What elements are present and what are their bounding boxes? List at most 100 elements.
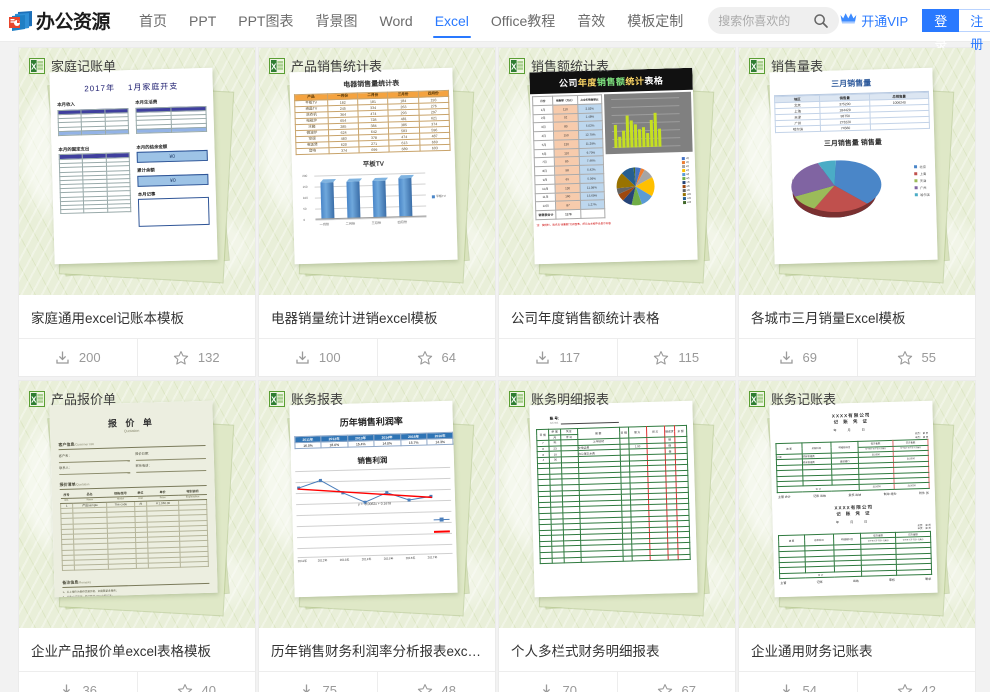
download-count: 54 [802, 683, 817, 692]
doc-section: 客户信息 [58, 441, 75, 448]
doc-xtick: 2014年 [361, 557, 372, 562]
download-stat[interactable]: 54 [739, 672, 857, 692]
favorite-count: 64 [441, 350, 456, 365]
favorite-stat[interactable]: 42 [856, 672, 976, 692]
nav-item-excel[interactable]: Excel [424, 0, 480, 42]
card-title[interactable]: 历年销售财务利润率分析报表excel... [259, 628, 495, 672]
favorite-count: 48 [441, 683, 456, 692]
nav-item-6[interactable]: Office教程 [480, 0, 566, 42]
doc-col: 贷 方 [645, 426, 665, 438]
card-preview[interactable]: X 销售额统计表 公司年度销售额统计表格 月份 销售额（万元） 占全年销售额比 1月… [499, 48, 735, 295]
favorite-stat[interactable]: 67 [616, 672, 736, 692]
doc-xtick: 二月份 [345, 221, 356, 226]
document-thumbnail: XXXX有限公司 记 账 凭 证 年 月 日 总页： 第 页 本页： 第 页 摘… [769, 400, 938, 598]
doc-col: 借或贷 [663, 425, 675, 438]
doc-col: 明细账科目 [833, 533, 861, 545]
search-input[interactable] [718, 13, 814, 28]
doc-bar-chart: 0 50 100 150 200 一月份 二月份 三月份 四月份 平板TV [302, 168, 447, 228]
card-stats: 54 42 [739, 672, 975, 692]
star-icon [657, 683, 673, 692]
logo[interactable]: 办公资源 [8, 7, 111, 34]
download-stat[interactable]: 69 [739, 339, 857, 376]
logo-text: 办公资源 [36, 12, 111, 33]
download-stat[interactable]: 75 [259, 672, 377, 692]
download-stat[interactable]: 117 [499, 339, 617, 376]
doc-ytick: 50 [303, 206, 307, 211]
star-icon [653, 350, 669, 366]
template-card[interactable]: X 销售量表 三月销售量 地区 销售量 总销售量 北京 375200 1006240 上… [739, 48, 975, 376]
svg-text:X: X [751, 62, 757, 71]
doc-cell: 16.0% [294, 441, 322, 449]
template-grid: X 家庭记账单 2017年 1月家庭开支 本月收入 本月生活费 本月的固定支出 … [19, 42, 990, 692]
card-category: X 家庭记账单 [29, 56, 116, 75]
excel-file-icon: X [269, 57, 285, 74]
doc-field: 联系电话： [135, 463, 152, 468]
register-button[interactable]: 注册 [959, 9, 990, 52]
card-title[interactable]: 电器销量统计进销excel模板 [259, 295, 495, 339]
card-title[interactable]: 各城市三月销量Excel模板 [739, 295, 975, 339]
card-preview[interactable]: X 产品销售统计表 电器销售量统计表 产品 一月份 二月份 三月份 四月份 平板TV 18… [259, 48, 495, 295]
nav-item-1[interactable]: PPT [178, 0, 227, 42]
template-card[interactable]: X 产品报价单 报 价 单 Quotation 客户信息/Customer In… [19, 381, 255, 692]
open-vip-button[interactable]: 开通VIP [839, 11, 908, 31]
doc-chart-title: 销售利润 [357, 455, 388, 466]
favorite-stat[interactable]: 55 [856, 339, 976, 376]
nav-item-4[interactable]: Word [368, 0, 423, 42]
card-title[interactable]: 家庭通用excel记账本模板 [19, 295, 255, 339]
card-category: X 销售量表 [749, 56, 823, 75]
nav-item-8[interactable]: 模板定制 [616, 0, 694, 42]
doc-ytick: 150 [302, 184, 308, 189]
doc-col: 明细账科目 [830, 441, 859, 454]
download-stat[interactable]: 100 [259, 339, 377, 376]
template-card[interactable]: X 账务记账表 XXXX有限公司 记 账 凭 证 年 月 日 总页： 第 页 本… [739, 381, 975, 692]
doc-total-label: 销售额合计 [535, 210, 557, 220]
card-preview[interactable]: X 账务报表 历年销售利润率 2011年 2012年 2013年 2014年 2015年… [259, 381, 495, 628]
template-card[interactable]: X 账务报表 历年销售利润率 2011年 2012年 2013年 2014年 2015年… [259, 381, 495, 692]
download-icon [779, 350, 794, 365]
nav-item-7[interactable]: 音效 [566, 0, 616, 42]
stacked-books-logo-icon [8, 9, 34, 33]
card-preview[interactable]: X 家庭记账单 2017年 1月家庭开支 本月收入 本月生活费 本月的固定支出 … [19, 48, 255, 295]
card-title[interactable]: 企业通用财务记账表 [739, 628, 975, 672]
card-category: X 产品销售统计表 [269, 56, 382, 75]
download-stat[interactable]: 70 [499, 672, 617, 692]
doc-xtick: 2016年 [405, 555, 416, 561]
search-box[interactable] [708, 7, 840, 34]
doc-cell: 374 [328, 146, 360, 154]
template-card[interactable]: X 产品销售统计表 电器销售量统计表 产品 一月份 二月份 三月份 四月份 平板TV 18… [259, 48, 495, 376]
card-preview[interactable]: X 账务记账表 XXXX有限公司 记 账 凭 证 年 月 日 总页： 第 页 本… [739, 381, 975, 628]
nav-item-2[interactable]: PPT图表 [227, 0, 304, 42]
star-icon [173, 350, 189, 366]
download-stat[interactable]: 200 [19, 339, 137, 376]
card-title[interactable]: 公司年度销售额统计表格 [499, 295, 735, 339]
login-button[interactable]: 登录 [922, 9, 960, 52]
nav-item-3[interactable]: 背景图 [304, 0, 368, 42]
nav-item-0[interactable]: 首页 [128, 0, 178, 42]
download-stat[interactable]: 36 [19, 672, 137, 692]
template-card[interactable]: X 家庭记账单 2017年 1月家庭开支 本月收入 本月生活费 本月的固定支出 … [19, 48, 255, 376]
card-title[interactable]: 个人多栏式财务明细报表 [499, 628, 735, 672]
doc-col: 日 期 [536, 429, 549, 441]
card-category: X 账务记账表 [749, 389, 836, 408]
card-title[interactable]: 企业产品报价单excel表格模板 [19, 628, 255, 672]
favorite-stat[interactable]: 115 [616, 339, 736, 376]
card-preview[interactable]: X 产品报价单 报 价 单 Quotation 客户信息/Customer In… [19, 381, 255, 628]
doc-col: 日 戳 [619, 427, 629, 439]
excel-file-icon: X [509, 57, 525, 74]
site-header: 办公资源 首页 PPT PPT图表 背景图 Word Excel Office教… [0, 0, 990, 52]
card-preview[interactable]: X 销售量表 三月销售量 地区 销售量 总销售量 北京 375200 1006240 上… [739, 48, 975, 295]
favorite-stat[interactable]: 40 [136, 672, 256, 692]
doc-cell: 14.0% [373, 439, 401, 447]
template-card[interactable]: X 账务明细报表 账 号: A/C NO. 日 期单 据凭证摘 要日 戳 借 方… [499, 381, 735, 692]
card-preview[interactable]: X 账务明细报表 账 号: A/C NO. 日 期单 据凭证摘 要日 戳 借 方… [499, 381, 735, 628]
search-icon[interactable] [813, 13, 829, 29]
doc-ytick: 100 [302, 195, 308, 200]
template-card[interactable]: X 销售额统计表 公司年度销售额统计表格 月份 销售额（万元） 占全年销售额比 1月… [499, 48, 735, 376]
favorite-stat[interactable]: 64 [376, 339, 496, 376]
favorite-stat[interactable]: 132 [136, 339, 256, 376]
svg-text:X: X [271, 395, 277, 404]
favorite-stat[interactable]: 48 [376, 672, 496, 692]
doc-year: 2017 [84, 83, 107, 94]
card-stats: 36 40 [19, 672, 255, 692]
doc-xtick: 一月份 [319, 222, 330, 227]
